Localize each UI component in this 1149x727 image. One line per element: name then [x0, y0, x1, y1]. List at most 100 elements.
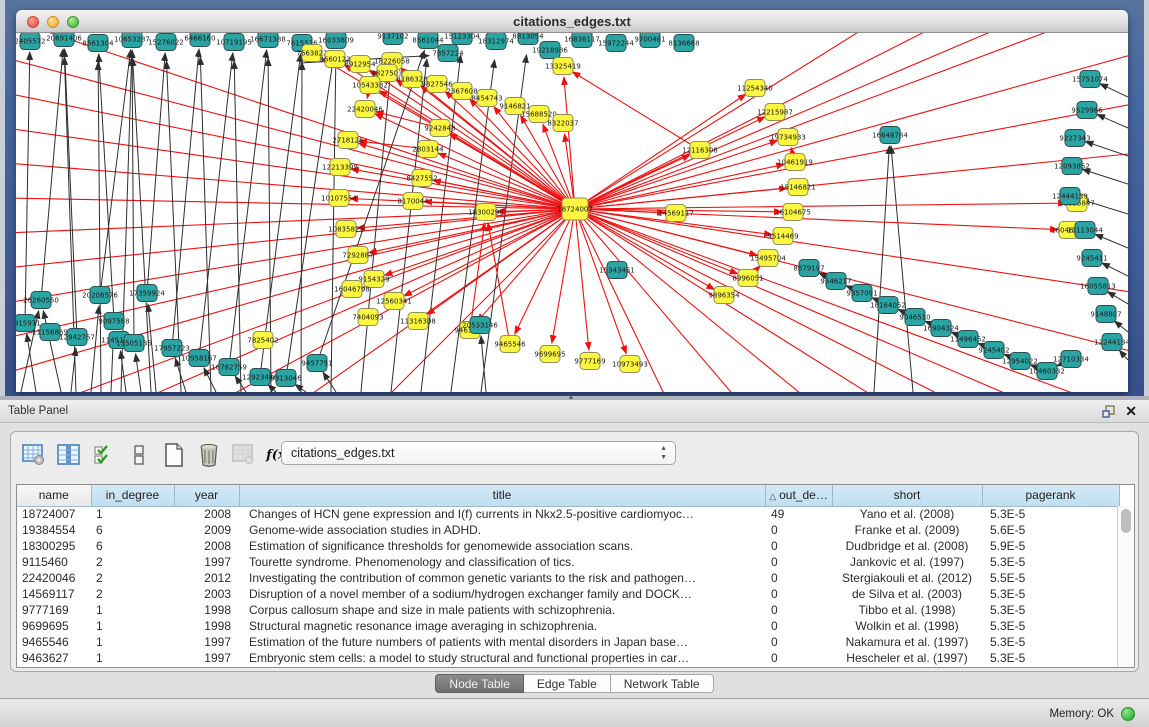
table-cell[interactable]: Wolkin et al. (1998) [832, 618, 982, 634]
table-cell[interactable]: 5.3E-5 [982, 618, 1119, 634]
network-graph[interactable]: 1872400724055722069140685613041065328715… [16, 33, 1128, 392]
table-cell[interactable]: 5.3E-5 [982, 506, 1119, 522]
column-header-title[interactable]: title [239, 485, 765, 506]
scrollbar-thumb[interactable] [1121, 509, 1131, 533]
table-cell[interactable]: 2008 [174, 538, 239, 554]
table-cell[interactable]: Estimation of the future numbers of pati… [239, 634, 765, 650]
node-layer[interactable]: 1872400724055722069140685613041065328715… [16, 33, 1128, 387]
graph-node[interactable]: 16904324 [923, 320, 959, 337]
column-header-pagerank[interactable]: pagerank [982, 485, 1119, 506]
table-cell[interactable]: 2008 [174, 506, 239, 522]
table-cell[interactable]: 1997 [174, 554, 239, 570]
graph-node[interactable]: 15123304 [444, 33, 480, 45]
graph-node[interactable]: 8813054 [512, 33, 544, 45]
column-header-year[interactable]: year [174, 485, 239, 506]
table-cell[interactable]: 5.3E-5 [982, 554, 1119, 570]
tab-node-table[interactable]: Node Table [435, 674, 524, 693]
column-header-out_de[interactable]: △out_de… [765, 485, 832, 506]
table-cell[interactable]: Corpus callosum shape and size in male p… [239, 602, 765, 618]
graph-node[interactable]: 2405572 [16, 33, 46, 50]
table-row[interactable]: 946362711997Embryonic stem cells: a mode… [17, 650, 1119, 666]
memory-status-indicator[interactable] [1121, 707, 1135, 721]
table-cell[interactable]: Stergiakouli et al. (2012) [832, 570, 982, 586]
table-cell[interactable]: 5.5E-5 [982, 570, 1119, 586]
table-cell[interactable]: 2 [91, 586, 174, 602]
table-cell[interactable]: 0 [765, 538, 832, 554]
table-cell[interactable]: 0 [765, 602, 832, 618]
table-cell[interactable]: 5.3E-5 [982, 634, 1119, 650]
table-cell[interactable]: 5.3E-5 [982, 586, 1119, 602]
table-cell[interactable]: Disruption of a novel member of a sodium… [239, 586, 765, 602]
graph-node[interactable]: 17359924 [129, 285, 165, 302]
table-cell[interactable]: Jankovic et al. (1997) [832, 554, 982, 570]
graph-node[interactable]: 6466160 [184, 33, 215, 47]
graph-node[interactable]: 8561304 [82, 35, 114, 52]
table-cell[interactable]: 9699695 [17, 618, 91, 634]
table-cell[interactable]: 2009 [174, 522, 239, 538]
column-header-in_degree[interactable]: in_degree [91, 485, 174, 506]
table-cell[interactable]: 0 [765, 522, 832, 538]
create-table-icon[interactable] [161, 442, 187, 468]
row-height-icon[interactable] [126, 442, 152, 468]
table-cell[interactable]: 0 [765, 554, 832, 570]
close-panel-icon[interactable]: ✕ [1125, 402, 1137, 421]
graph-node[interactable]: 10719195 [216, 34, 252, 51]
graph-node[interactable]: 9227343 [1059, 130, 1090, 147]
column-header-short[interactable]: short [832, 485, 982, 506]
graph-node[interactable]: 15495704 [750, 250, 786, 267]
table-cell[interactable]: Hescheler et al. (1997) [832, 650, 982, 666]
table-cell[interactable]: 19384554 [17, 522, 91, 538]
graph-node[interactable]: 9457791 [301, 355, 332, 372]
table-row[interactable]: 911546021997Tourette syndrome. Phenomeno… [17, 554, 1119, 570]
table-cell[interactable]: Embryonic stem cells: a model to study s… [239, 650, 765, 666]
table-row[interactable]: 1830029562008Estimation of significance … [17, 538, 1119, 554]
table-selector-dropdown[interactable]: citations_edges.txt ▲▼ [281, 441, 676, 465]
table-cell[interactable]: 1 [91, 650, 174, 666]
graph-node[interactable]: 16055813 [1080, 278, 1116, 295]
graph-node[interactable]: 16033809 [318, 33, 354, 49]
table-cell[interactable]: 2003 [174, 586, 239, 602]
table-cell[interactable]: 9777169 [17, 602, 91, 618]
table-cell[interactable]: 5.6E-5 [982, 522, 1119, 538]
graph-node[interactable]: 10653287 [114, 33, 150, 48]
graph-node[interactable]: 15146821 [780, 179, 816, 196]
table-cell[interactable]: Dudbridge et al. (2008) [832, 538, 982, 554]
table-cell[interactable]: 9463627 [17, 650, 91, 666]
table-cell[interactable]: 1 [91, 506, 174, 522]
network-canvas[interactable]: 1872400724055722069140685613041065328715… [16, 33, 1128, 392]
table-scrollbar[interactable] [1117, 506, 1134, 667]
validate-rows-icon[interactable] [91, 442, 117, 468]
graph-node[interactable]: 18312974 [478, 33, 514, 50]
graph-node[interactable]: 9137102 [377, 33, 408, 45]
graph-node[interactable]: 11254340 [737, 80, 773, 97]
graph-node[interactable]: 9529966 [1071, 102, 1103, 119]
table-settings-icon[interactable] [21, 442, 47, 468]
delete-table-icon[interactable] [196, 442, 222, 468]
table-cell[interactable]: 14569117 [17, 586, 91, 602]
table-cell[interactable]: 1998 [174, 602, 239, 618]
graph-node[interactable]: 9148807 [1090, 306, 1121, 323]
graph-node[interactable]: 10973493 [612, 356, 648, 373]
graph-node[interactable]: 9465546 [494, 336, 526, 353]
table-cell[interactable]: 6 [91, 522, 174, 538]
table-cell[interactable]: 1 [91, 634, 174, 650]
table-cell[interactable]: 6 [91, 538, 174, 554]
graph-node[interactable]: 15343451 [599, 262, 635, 279]
table-cell[interactable]: de Silva et al. (2003) [832, 586, 982, 602]
graph-node[interactable]: 7404093 [352, 309, 383, 326]
tab-network-table[interactable]: Network Table [611, 674, 714, 693]
graph-node[interactable]: 9546217 [820, 273, 851, 290]
table-cell[interactable]: Structural magnetic resonance image aver… [239, 618, 765, 634]
table-cell[interactable]: 1998 [174, 618, 239, 634]
table-row[interactable]: 977716911998Corpus callosum shape and si… [17, 602, 1119, 618]
table-row[interactable]: 969969511998Structural magnetic resonanc… [17, 618, 1119, 634]
table-cell[interactable]: Nakamura et al. (1997) [832, 634, 982, 650]
graph-node[interactable]: 9777169 [574, 353, 605, 370]
table-cell[interactable]: 1 [91, 618, 174, 634]
graph-node[interactable]: 9313046 [270, 370, 302, 387]
table-cell[interactable]: 2 [91, 570, 174, 586]
graph-node[interactable]: 19734933 [770, 129, 806, 146]
select-column-icon[interactable] [56, 442, 82, 468]
graph-node[interactable]: 9700481 [634, 33, 665, 48]
graph-node[interactable]: 20691406 [46, 33, 82, 47]
